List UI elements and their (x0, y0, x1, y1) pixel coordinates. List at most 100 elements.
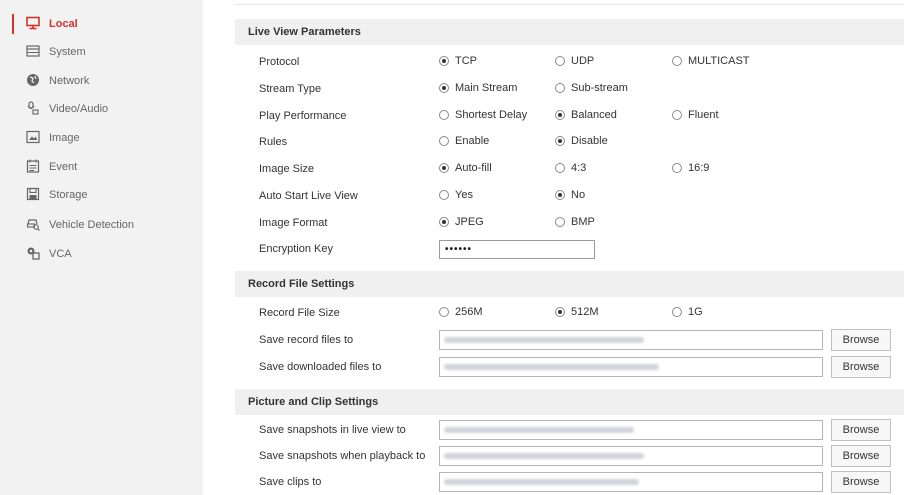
radio-format-bmp[interactable]: BMP (555, 216, 595, 228)
redacted-path (444, 337, 644, 343)
browse-clips-button[interactable]: Browse (831, 471, 891, 493)
sidebar-item-label: System (49, 46, 86, 58)
field-label: Save snapshots in live view to (259, 424, 406, 436)
browse-snapshots-playback-button[interactable]: Browse (831, 445, 891, 467)
sidebar-item-video-audio[interactable]: Video/Audio (0, 97, 203, 121)
radio-label: 16:9 (688, 162, 710, 174)
record-files-path-input[interactable] (439, 330, 823, 350)
radio-perf-shortest-delay[interactable]: Shortest Delay (439, 109, 527, 121)
clips-path-input[interactable] (439, 472, 823, 492)
radio-label: JPEG (455, 216, 484, 228)
radio-filesize-1g[interactable]: 1G (672, 306, 703, 318)
radio-selected-icon (555, 136, 565, 146)
sidebar-item-vca[interactable]: VCA (0, 242, 203, 266)
field-label: Auto Start Live View (259, 190, 358, 202)
radio-protocol-tcp[interactable]: TCP (439, 55, 477, 67)
radio-size-4-3[interactable]: 4:3 (555, 162, 586, 174)
monitor-icon (26, 16, 40, 30)
field-label: Save snapshots when playback to (259, 450, 426, 462)
sidebar-item-event[interactable]: Event (0, 155, 203, 179)
radio-rules-disable[interactable]: Disable (555, 135, 608, 147)
radio-label: 4:3 (571, 162, 587, 174)
sidebar-item-network[interactable]: Network (0, 69, 203, 93)
redacted-path (444, 364, 659, 370)
sidebar-item-system[interactable]: System (0, 40, 203, 64)
image-size-row: Image Size Auto-fill 4:3 16:9 (235, 158, 904, 182)
radio-unselected-icon (439, 307, 449, 317)
radio-stream-sub[interactable]: Sub-stream (555, 82, 628, 94)
radio-rules-enable[interactable]: Enable (439, 135, 489, 147)
browse-snapshots-live-button[interactable]: Browse (831, 419, 891, 441)
radio-unselected-icon (555, 217, 565, 227)
radio-autostart-no[interactable]: No (555, 189, 585, 201)
settings-panel: Live View Parameters Protocol TCP UDP MU… (235, 0, 904, 495)
browse-record-files-button[interactable]: Browse (831, 329, 891, 351)
radio-unselected-icon (439, 110, 449, 120)
radio-label: Sub-stream (571, 82, 628, 94)
sidebar: Local System Network Video/Audio Image E… (0, 0, 203, 495)
radio-autostart-yes[interactable]: Yes (439, 189, 473, 201)
section-title: Record File Settings (248, 278, 355, 290)
radio-unselected-icon (439, 136, 449, 146)
sidebar-item-label: VCA (49, 248, 72, 260)
sidebar-item-label: Vehicle Detection (49, 219, 134, 231)
radio-label: BMP (571, 216, 595, 228)
radio-selected-icon (439, 217, 449, 227)
sidebar-item-vehicle-detection[interactable]: Vehicle Detection (0, 213, 203, 237)
browse-downloaded-files-button[interactable]: Browse (831, 356, 891, 378)
radio-perf-fluent[interactable]: Fluent (672, 109, 719, 121)
sidebar-item-storage[interactable]: Storage (0, 183, 203, 207)
field-label: Record File Size (259, 307, 340, 319)
radio-label: 256M (455, 306, 483, 318)
radio-selected-icon (439, 163, 449, 173)
sidebar-item-label: Event (49, 161, 78, 173)
sidebar-item-image[interactable]: Image (0, 126, 203, 150)
radio-label: Fluent (688, 109, 719, 121)
field-label: Protocol (259, 56, 300, 68)
disk-icon (26, 187, 40, 201)
redacted-path (444, 427, 634, 433)
section-title: Live View Parameters (248, 26, 361, 38)
downloaded-files-path-input[interactable] (439, 357, 823, 377)
radio-label: 1G (688, 306, 703, 318)
radio-perf-balanced[interactable]: Balanced (555, 109, 617, 121)
radio-protocol-udp[interactable]: UDP (555, 55, 594, 67)
radio-label: Balanced (571, 109, 617, 121)
radio-unselected-icon (672, 56, 682, 66)
auto-start-row: Auto Start Live View Yes No (235, 185, 904, 209)
radio-selected-icon (555, 190, 565, 200)
radio-unselected-icon (672, 163, 682, 173)
radio-unselected-icon (555, 56, 565, 66)
section-picture-clip: Picture and Clip Settings (235, 389, 904, 415)
radio-filesize-256m[interactable]: 256M (439, 306, 483, 318)
radio-format-jpeg[interactable]: JPEG (439, 216, 484, 228)
radio-size-16-9[interactable]: 16:9 (672, 162, 709, 174)
vehicle-search-icon (26, 217, 40, 231)
sidebar-item-local[interactable]: Local (0, 12, 203, 36)
radio-label: Disable (571, 135, 608, 147)
radio-unselected-icon (555, 163, 565, 173)
section-record-file: Record File Settings (235, 271, 904, 297)
globe-icon (26, 73, 40, 87)
save-snapshots-playback-row: Save snapshots when playback to Browse (235, 445, 904, 469)
field-label: Stream Type (259, 83, 322, 95)
snapshots-playback-path-input[interactable] (439, 446, 823, 466)
radio-stream-main[interactable]: Main Stream (439, 82, 517, 94)
snapshots-live-path-input[interactable] (439, 420, 823, 440)
save-snapshots-live-row: Save snapshots in live view to Browse (235, 419, 904, 443)
picture-icon (26, 130, 40, 144)
encryption-key-input[interactable] (439, 240, 595, 259)
field-label: Save record files to (259, 334, 354, 346)
radio-label: Auto-fill (455, 162, 492, 174)
radio-filesize-512m[interactable]: 512M (555, 306, 599, 318)
field-label: Image Format (259, 217, 328, 229)
section-title: Picture and Clip Settings (248, 396, 379, 408)
radio-label: Yes (455, 189, 473, 201)
radio-label: 512M (571, 306, 599, 318)
radio-protocol-multicast[interactable]: MULTICAST (672, 55, 750, 67)
vca-icon (26, 246, 40, 260)
sidebar-item-label: Video/Audio (49, 103, 109, 115)
radio-label: Main Stream (455, 82, 518, 94)
radio-label: Enable (455, 135, 490, 147)
radio-size-auto-fill[interactable]: Auto-fill (439, 162, 492, 174)
